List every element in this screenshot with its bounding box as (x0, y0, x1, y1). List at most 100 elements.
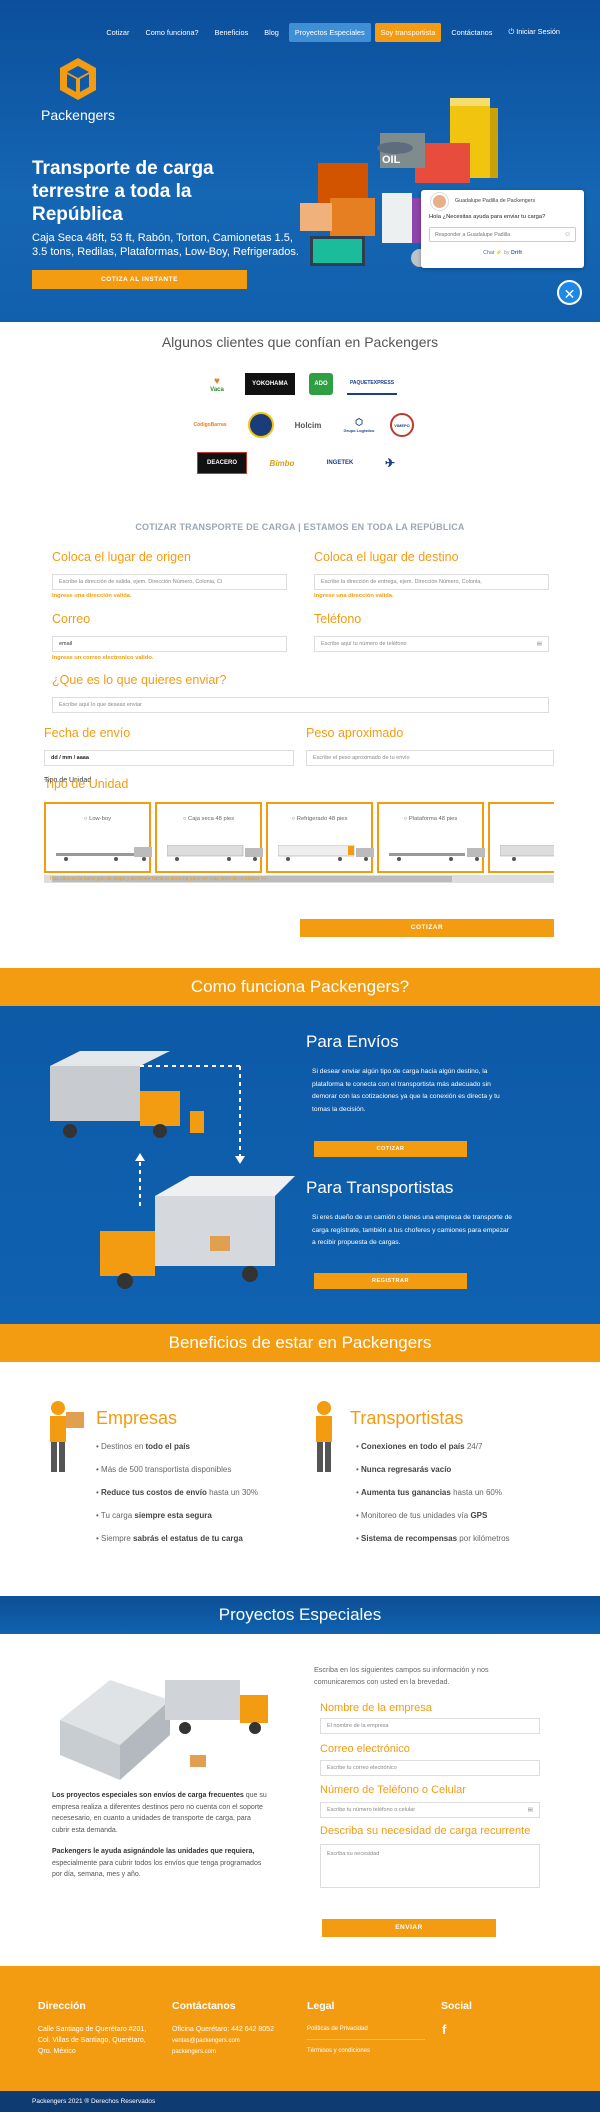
projects-title: Proyectos Especiales (0, 1596, 600, 1634)
chat-close-button[interactable]: ✕ (557, 280, 582, 305)
chat-agent-name: Guadalupe Padilla de Packengers (455, 198, 536, 204)
projects-submit-button[interactable]: ENVIAR (322, 1919, 496, 1937)
empresas-item: • Siempre sabrás el estatus de tu carga (96, 1534, 243, 1543)
destination-group: Coloca el lugar de destino Escribe la di… (314, 550, 549, 599)
transportistas-item: • Monitoreo de tus unidades vía GPS (356, 1511, 488, 1520)
hero-section: Cotizar Como funciona? Beneficios Blog P… (0, 0, 600, 322)
how-section: Para Envíos Si desear enviar algún tipo … (0, 1006, 600, 1324)
projects-phone-input[interactable]: Escribe tu número teléfono o celular ▤ (320, 1802, 540, 1818)
nav-soy-transportista[interactable]: Soy transportista (374, 22, 442, 42)
benefits-title: Beneficios de estar en Packengers (0, 1324, 600, 1362)
client-logo-escudo (248, 412, 274, 438)
nav-login[interactable]: ⏻ Iniciar Sesión (502, 22, 566, 42)
clients-title: Algunos clientes que confían en Packenge… (161, 334, 439, 350)
projects-intro: Escriba en los siguientes campos su info… (314, 1665, 489, 1686)
client-logo-bimbo: Bimbo (269, 458, 295, 468)
projects-section: Los proyectos especiales son envíos de c… (0, 1634, 600, 1966)
facebook-icon[interactable]: f (442, 2022, 446, 2037)
benefits-section: Empresas • Destinos en todo el país • Má… (0, 1362, 600, 1596)
registrar-button[interactable]: REGISTRAR (314, 1273, 467, 1289)
nav-contactanos[interactable]: Contáctanos (445, 23, 498, 42)
envios-title: Para Envíos (306, 1032, 399, 1051)
emoji-icon[interactable]: ☺ (564, 231, 571, 238)
transportistas-item: • Sistema de recompensas por kilómetros (356, 1534, 510, 1543)
logo[interactable]: Packengers (38, 56, 118, 123)
client-logos-row-3: DEACERO Bimbo INGETEK ✈ (0, 452, 600, 474)
footer-legal-title: Legal (307, 2000, 335, 2012)
phone-input[interactable]: Escribe aquí tu número de teléfono ▤ (314, 636, 549, 652)
empresas-item: • Tu carga siempre esta segura (96, 1511, 212, 1520)
quote-submit-button[interactable]: COTIZAR (300, 919, 554, 937)
weight-group: Peso aproximado Escribe el peso aproxima… (306, 726, 554, 766)
lightning-icon: ⚡ (495, 250, 503, 256)
need-textarea[interactable]: Escriba su necesidad (320, 1844, 540, 1888)
projects-email-label: Correo electrónico (320, 1743, 410, 1755)
projects-phone-label: Número de Teléfono o Celular (320, 1784, 466, 1796)
footer-address-text: Calle Santiago de Querétaro #201, Col. V… (38, 2026, 147, 2055)
nav-proyectos-especiales[interactable]: Proyectos Especiales (288, 22, 371, 42)
company-input[interactable]: El nombre de la empresa (320, 1718, 540, 1734)
unit-card[interactable]: ○ Low-boy (44, 802, 152, 873)
projects-email-input[interactable]: Escribe tu correo electrónico (320, 1760, 540, 1776)
chat-question: Hola ¿Necesitas ayuda para enviar tu car… (429, 214, 546, 220)
radio-icon[interactable]: ○ (183, 816, 187, 822)
weight-label: Peso aproximado (306, 726, 404, 740)
client-logo-yokohama: YOKOHAMA (245, 373, 295, 395)
footer-privacy-link[interactable]: Políticas de Privacidad (307, 2024, 425, 2040)
origin-group: Coloca el lugar de origen Escribe la dir… (52, 550, 287, 599)
empresas-item: • Más de 500 transportista disponibles (96, 1465, 232, 1474)
nav-cotizar[interactable]: Cotizar (100, 23, 135, 42)
what-label: ¿Que es lo que quieres enviar? (52, 673, 227, 687)
logo-text: Packengers (41, 107, 115, 123)
empresas-title: Empresas (96, 1408, 178, 1428)
nav-como-funciona[interactable]: Como funciona? (139, 23, 204, 42)
radio-icon[interactable]: ○ (84, 816, 88, 822)
quote-title: COTIZAR TRANSPORTE DE CARGA | ESTAMOS EN… (135, 522, 465, 532)
client-logo-ingetek: INGETEK (326, 460, 354, 466)
footer-terms-link[interactable]: Términos y condiciones (307, 2046, 370, 2057)
destination-input[interactable]: Escribe la dirección de entrega, ejem. D… (314, 574, 549, 590)
radio-icon[interactable]: ○ (292, 816, 296, 822)
origin-input[interactable]: Escribe la dirección de salida, ejem. Di… (52, 574, 287, 590)
chat-by-drift[interactable]: Chat ⚡ by Drift (421, 250, 584, 256)
svg-text:OIL: OIL (382, 154, 401, 166)
drift-brand: Drift (510, 250, 522, 256)
hero-cta-button[interactable]: COTIZA AL INSTANTE (32, 270, 247, 289)
projects-text-1: Los proyectos especiales son envíos de c… (52, 1792, 267, 1834)
chat-widget[interactable]: Guadalupe Padilla de Packengers Hola ¿Ne… (421, 190, 584, 268)
unit-card[interactable]: ○ Plataforma 48 pies (377, 802, 485, 873)
unit-carousel[interactable]: ○ Low-boy ○ Caja seca 48 pies ○ Refriger… (44, 802, 554, 882)
projects-text-2: Packengers le ayuda asignándole las unid… (52, 1848, 262, 1878)
unit-card[interactable]: ○ Refrigerado 48 pies (266, 802, 374, 873)
weight-input[interactable]: Escribe el peso aproximado de tu envío (306, 750, 554, 766)
footer-contact-phone[interactable]: Oficina Querétaro: 442 642 8052 (172, 2024, 274, 2035)
flatbed-truck-icon (389, 848, 485, 861)
phone-placeholder: Escribe aquí tu número de teléfono (321, 641, 407, 647)
nav-beneficios[interactable]: Beneficios (209, 23, 255, 42)
radio-icon[interactable]: ○ (404, 816, 408, 822)
footer-contact-web[interactable]: packengers.com (172, 2047, 216, 2058)
client-logo-deacero: DEACERO (197, 452, 247, 474)
chat-reply-input[interactable] (429, 227, 576, 242)
footer-social-title: Social (441, 2000, 472, 2012)
client-logos-row-1: ♥ Vaca YOKOHAMA ADO PAQUETEXPRESS (0, 370, 600, 398)
unit-card[interactable]: ○ Caja seca 48 pies (155, 802, 263, 873)
email-input[interactable]: email (52, 636, 287, 652)
what-input[interactable]: Escribe aquí lo que deseas enviar (52, 697, 549, 713)
unit-label: Plataforma 48 pies (408, 816, 458, 822)
footer-contact-title: Contáctanos (172, 2000, 236, 2012)
transportistas-text: Si eres dueño de un camión o tienes una … (312, 1214, 513, 1246)
nav-blog[interactable]: Blog (258, 23, 285, 42)
envios-cotizar-button[interactable]: COTIZAR (314, 1141, 467, 1157)
chat-by-label: Chat (483, 250, 495, 256)
unit-card[interactable] (488, 802, 554, 873)
origin-error: Ingrese una dirección valida. (52, 593, 132, 599)
clients-section: Algunos clientes que confían en Packenge… (0, 322, 600, 492)
empresas-item: • Reduce tus costos de envío hasta un 30… (96, 1488, 258, 1497)
contact-card-icon: ▤ (527, 1807, 533, 1813)
transportistas-item: • Aumenta tus ganancias hasta un 60% (356, 1488, 502, 1497)
date-group: Fecha de envío dd / mm / aaaa (44, 726, 294, 766)
footer-contact-email[interactable]: ventas@packengers.com (172, 2036, 240, 2047)
client-logo-paquetexpress: PAQUETEXPRESS (347, 373, 397, 395)
date-input[interactable]: dd / mm / aaaa (44, 750, 294, 766)
